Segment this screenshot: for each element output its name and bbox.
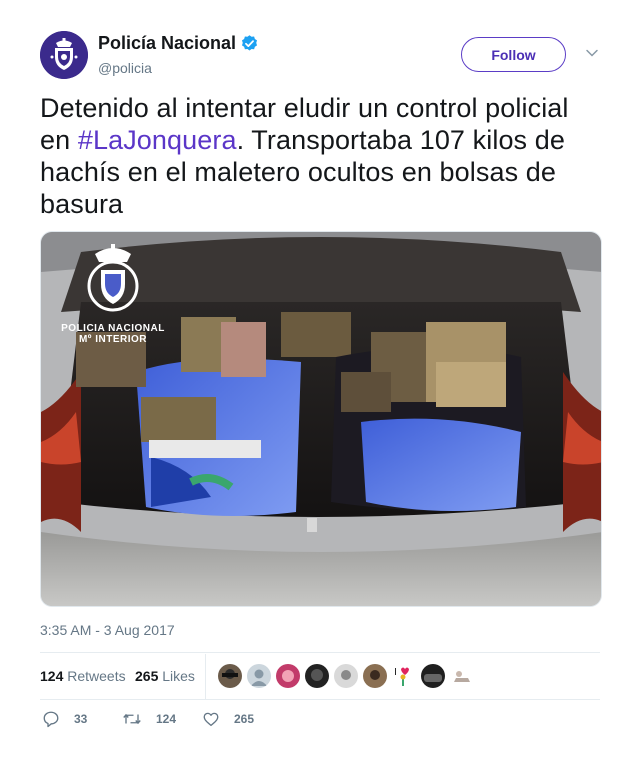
stats-divider [205, 654, 206, 700]
liker-avatar[interactable]: I [392, 664, 416, 688]
likes-stat[interactable]: 265 Likes [135, 668, 195, 684]
svg-text:I: I [394, 667, 397, 678]
account-handle[interactable]: @policia [98, 60, 259, 76]
tweet-header: Policía Nacional @policia Follow [40, 31, 600, 79]
liker-avatar[interactable] [334, 664, 358, 688]
follow-button[interactable]: Follow [461, 37, 566, 72]
liker-avatar[interactable] [421, 664, 445, 688]
likes-label: Likes [162, 668, 195, 684]
retweets-stat[interactable]: 124 Retweets [40, 668, 126, 684]
police-crest-icon [87, 244, 139, 312]
retweet-count: 124 [156, 712, 177, 726]
liker-avatar[interactable] [218, 664, 242, 688]
retweets-label: Retweets [67, 668, 126, 684]
reply-action[interactable]: 33 [42, 710, 87, 728]
reply-icon[interactable] [42, 710, 60, 728]
reply-count: 33 [74, 712, 88, 726]
hashtag-link[interactable]: #LaJonquera [78, 125, 237, 155]
account-name-block[interactable]: Policía Nacional @policia [98, 33, 259, 76]
tweet-text: Detenido al intentar eludir un control p… [40, 92, 600, 220]
liker-avatar[interactable] [276, 664, 300, 688]
liker-avatar[interactable] [450, 664, 474, 688]
retweet-icon[interactable] [122, 710, 142, 728]
liker-avatar[interactable] [305, 664, 329, 688]
likes-count: 265 [135, 668, 159, 684]
tweet-timestamp[interactable]: 3:35 AM - 3 Aug 2017 [40, 622, 175, 638]
tweet-stats: 124 Retweets 265 Likes I [40, 652, 600, 700]
watermark-line-2: Mº INTERIOR [78, 334, 148, 345]
liker-avatar[interactable] [247, 664, 271, 688]
chevron-down-icon[interactable] [584, 45, 600, 61]
police-watermark: POLICIA NACIONAL Mº INTERIOR [58, 242, 168, 345]
tweet-photo[interactable]: POLICIA NACIONAL Mº INTERIOR [40, 231, 602, 607]
tweet-actions: 33 124 265 [40, 710, 600, 734]
like-action[interactable]: 265 [202, 710, 254, 728]
profile-avatar[interactable] [40, 31, 88, 79]
heart-icon[interactable] [202, 710, 220, 728]
like-count: 265 [234, 712, 255, 726]
retweet-action[interactable]: 124 [122, 710, 176, 728]
liker-avatar[interactable] [363, 664, 387, 688]
watermark-line-1: POLICIA NACIONAL [61, 323, 165, 334]
retweets-count: 124 [40, 668, 64, 684]
police-badge-icon [40, 31, 88, 79]
verified-badge-icon [242, 35, 258, 51]
display-name[interactable]: Policía Nacional [98, 33, 236, 54]
